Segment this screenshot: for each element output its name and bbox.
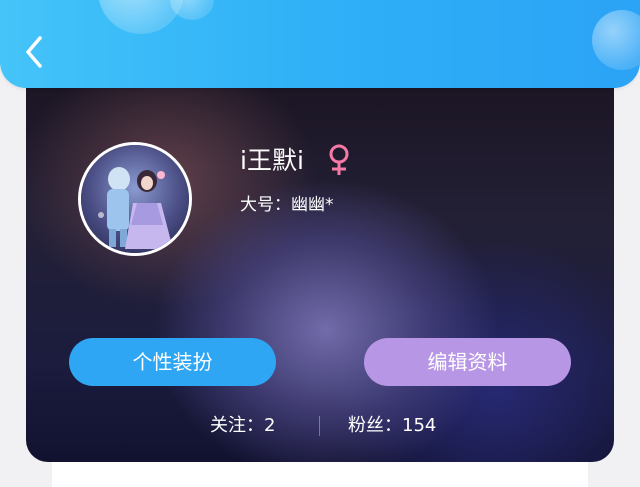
chevron-left-icon (26, 36, 42, 68)
alias-row: 大号：幽幽* (240, 192, 334, 218)
username: i王默i (240, 146, 304, 175)
alias-label: 大号： (240, 195, 291, 215)
back-button[interactable] (18, 34, 52, 70)
header-bubble (170, 0, 214, 20)
header-bubble (592, 10, 640, 70)
alias-value: 幽幽* (291, 195, 334, 215)
content-sheet (52, 462, 588, 487)
header-bar (0, 0, 640, 88)
following-count: 2 (264, 415, 276, 436)
profile-page: i王默i 大号：幽幽* 个性装扮 编辑资料 关注：2 粉丝：154 (0, 0, 640, 487)
profile-card: i王默i 大号：幽幽* 个性装扮 编辑资料 关注：2 粉丝：154 (26, 60, 614, 462)
avatar[interactable] (78, 142, 192, 256)
fans-count: 154 (402, 415, 437, 436)
stats-row: 关注：2 粉丝：154 (26, 410, 614, 442)
following-stat[interactable]: 关注：2 (210, 410, 275, 442)
fans-label: 粉丝： (348, 415, 402, 436)
stats-divider (319, 416, 320, 436)
edit-profile-button[interactable]: 编辑资料 (364, 338, 571, 386)
decorate-button[interactable]: 个性装扮 (69, 338, 276, 386)
following-label: 关注： (210, 415, 264, 436)
fans-stat[interactable]: 粉丝：154 (348, 410, 436, 442)
female-icon (328, 144, 350, 176)
